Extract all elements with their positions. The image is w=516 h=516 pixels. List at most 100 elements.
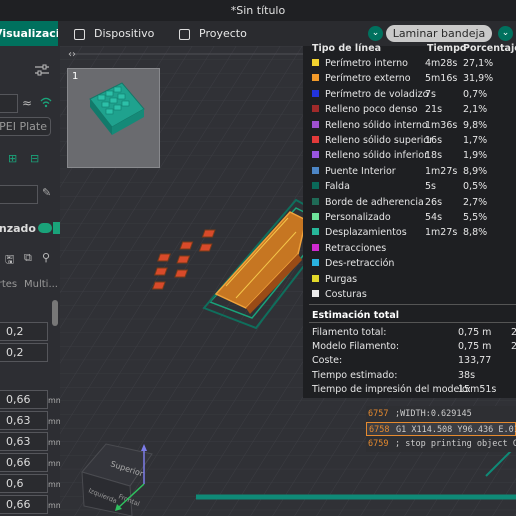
advanced-toggle[interactable] bbox=[38, 223, 52, 233]
gcode-viewer[interactable]: 6757 ;WIDTH:0.629145 6758 G1 X114.508 Y96.… bbox=[366, 406, 516, 452]
width-field-2[interactable]: 0,63 bbox=[0, 411, 48, 430]
legend-row[interactable]: Personalizado bbox=[312, 212, 391, 223]
width-field-5[interactable]: 0,6 bbox=[0, 474, 48, 493]
legend-time: 1m27s bbox=[425, 165, 458, 177]
legend-label: Desplazamientos bbox=[325, 227, 407, 239]
process-select[interactable] bbox=[0, 185, 38, 204]
plate-type-select[interactable]: Textured PEI Plate bbox=[0, 117, 51, 136]
estimate-value: 0,75 m bbox=[458, 327, 492, 338]
estimate-value: 0,75 m bbox=[458, 341, 492, 353]
width-value-3: 0,63 bbox=[6, 435, 31, 448]
gcode-line: 6759 ; stop printing object CALCU bbox=[366, 437, 516, 451]
legend-percentage: 31,9% bbox=[463, 73, 494, 85]
legend-label: Relleno sólido superior bbox=[325, 135, 434, 146]
wifi-icon[interactable]: ≈ bbox=[22, 96, 32, 110]
tab-device[interactable]: Dispositivo bbox=[74, 21, 154, 46]
wifi-icon-2[interactable] bbox=[40, 96, 52, 108]
collapse-sidebar-icon[interactable]: ‹› bbox=[68, 49, 76, 60]
legend-row[interactable]: Relleno sólido inferior bbox=[312, 150, 428, 161]
legend-row[interactable]: Purgas bbox=[312, 274, 357, 285]
estimate-value: 133,77 bbox=[458, 355, 492, 367]
color-swatch bbox=[312, 259, 319, 267]
slice-plate-button[interactable]: Laminar bandeja bbox=[386, 25, 492, 42]
tab-multi[interactable]: Multi... bbox=[24, 279, 58, 290]
estimate-label: Tiempo estimado: bbox=[312, 369, 398, 381]
plate-thumbnail[interactable]: 1 bbox=[67, 68, 160, 168]
header-time: Tiempo bbox=[427, 43, 467, 54]
gcode-line-number: 6758 bbox=[369, 425, 390, 435]
legend-time: 7s bbox=[425, 88, 436, 100]
legend-row[interactable]: Desplazamientos bbox=[312, 227, 407, 238]
window-title: *Sin título bbox=[230, 4, 286, 17]
gcode-line-number: 6757 bbox=[368, 409, 389, 419]
legend-row[interactable]: Borde de adherencia bbox=[312, 197, 424, 208]
layer-height-field[interactable]: 0,2 bbox=[0, 322, 48, 341]
width-value-6: 0,66 bbox=[6, 498, 31, 511]
estimate-label: Filamento total: bbox=[312, 327, 387, 338]
process-header: Avanzado bbox=[0, 218, 60, 240]
document-icon bbox=[179, 28, 190, 40]
legend-row[interactable]: Relleno sólido superior bbox=[312, 135, 433, 146]
color-swatch bbox=[312, 197, 319, 205]
legend-percentage: 2,7% bbox=[463, 196, 488, 208]
color-swatch bbox=[312, 290, 319, 297]
line-width-field[interactable]: 0,66 bbox=[0, 390, 48, 409]
plate-preview-model bbox=[89, 82, 145, 135]
panel-icon[interactable] bbox=[53, 222, 60, 234]
legend-time: 5m16s bbox=[425, 73, 458, 85]
legend-row[interactable]: Relleno sólido interno bbox=[312, 120, 428, 131]
legend-row[interactable]: Puente Interior bbox=[312, 166, 396, 177]
estimate-value: 38s bbox=[458, 369, 476, 381]
tab-device-label: Dispositivo bbox=[94, 27, 155, 40]
tab-project[interactable]: Proyecto bbox=[179, 21, 247, 46]
color-swatch bbox=[312, 213, 319, 220]
title-bar: *Sin título bbox=[0, 0, 516, 21]
legend-time: 5s bbox=[425, 181, 436, 193]
divider bbox=[309, 304, 516, 305]
tab-parts[interactable]: Partes bbox=[0, 279, 17, 290]
width-field-4[interactable]: 0,66 bbox=[0, 453, 48, 472]
legend-label: Relleno sólido inferior bbox=[325, 150, 429, 162]
remove-filament-icon[interactable]: ⊟ bbox=[30, 152, 39, 165]
chevron-down-icon[interactable]: ⌄ bbox=[368, 26, 383, 41]
first-layer-height-value: 0,2 bbox=[6, 346, 24, 359]
legend-percentage: 8,9% bbox=[463, 165, 488, 177]
gcode-line: 6757 ;WIDTH:0.629145 bbox=[366, 407, 472, 421]
add-filament-icon[interactable]: ⊞ bbox=[8, 152, 17, 165]
copy-icon[interactable]: ⧉ bbox=[24, 251, 32, 265]
legend-row[interactable]: Relleno poco denso bbox=[312, 104, 418, 115]
tab-preview[interactable]: Visualización bbox=[0, 21, 58, 46]
slice-dropdown-icon[interactable]: ⌄ bbox=[498, 26, 513, 41]
legend-row[interactable]: Perímetro externo bbox=[312, 73, 411, 84]
legend-row[interactable]: Costuras bbox=[312, 289, 367, 300]
color-swatch bbox=[312, 243, 319, 251]
legend-row[interactable]: Falda bbox=[312, 181, 350, 192]
legend-row[interactable]: Perímetro interno bbox=[312, 58, 408, 69]
line-width-value: 0,66 bbox=[6, 393, 31, 406]
legend-row[interactable]: Retracciones bbox=[312, 243, 386, 254]
sidebar-scrollbar[interactable] bbox=[52, 300, 58, 326]
edit-icon[interactable]: ✎ bbox=[42, 186, 51, 199]
legend-time: 4m28s bbox=[425, 58, 458, 69]
legend-label: Purgas bbox=[325, 273, 358, 285]
width-field-3[interactable]: 0,63 bbox=[0, 432, 48, 451]
settings-sliders-icon[interactable] bbox=[35, 64, 49, 76]
width-field-6[interactable]: 0,66 bbox=[0, 495, 48, 514]
legend-percentage: 5,5% bbox=[463, 212, 488, 223]
legend-percentage: 1,7% bbox=[463, 135, 488, 146]
search-icon[interactable]: ⚲ bbox=[42, 251, 50, 264]
color-swatch bbox=[312, 274, 319, 282]
legend-time: 1m36s bbox=[425, 119, 458, 131]
divider bbox=[309, 322, 516, 323]
legend-row[interactable]: Des-retracción bbox=[312, 258, 394, 269]
legend-time: 18s bbox=[425, 150, 443, 162]
gcode-line-text: ;WIDTH:0.629145 bbox=[395, 409, 472, 419]
color-swatch bbox=[312, 228, 319, 236]
color-swatch bbox=[312, 166, 319, 174]
printer-select[interactable] bbox=[0, 94, 18, 113]
legend-percentage: 1,9% bbox=[463, 150, 488, 162]
first-layer-height-field[interactable]: 0,2 bbox=[0, 343, 48, 362]
legend-percentage: 0,5% bbox=[463, 181, 488, 193]
legend-row[interactable]: Perímetro de voladizo bbox=[312, 89, 428, 100]
save-icon[interactable]: 🖫 bbox=[5, 251, 14, 270]
